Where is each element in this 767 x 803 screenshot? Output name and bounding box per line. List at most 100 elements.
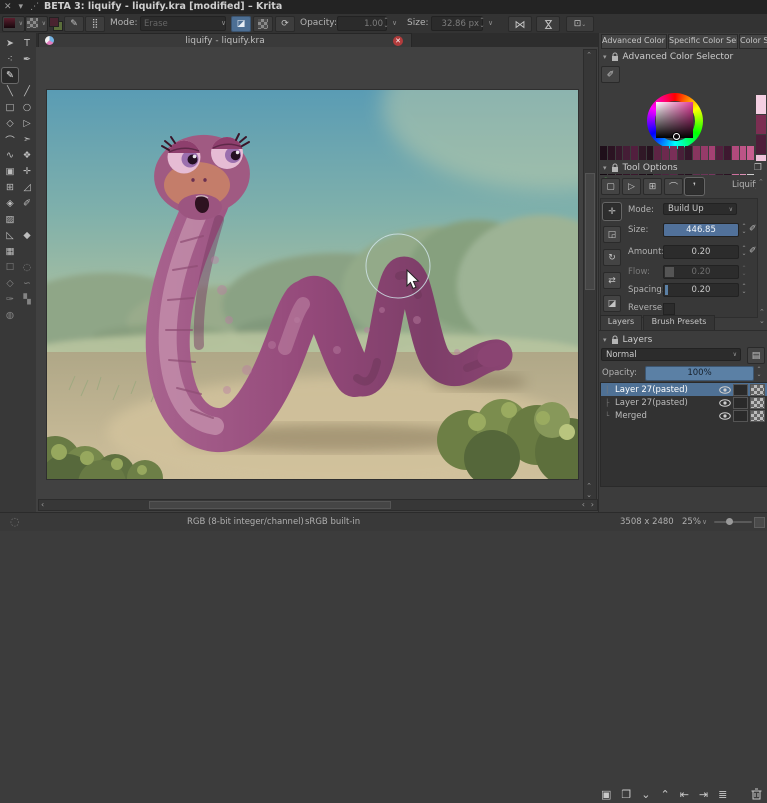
dynamic-brush-tool[interactable]: ∿ [2,148,18,163]
liquify-amount-input[interactable]: 0.20 [663,245,739,259]
transform-cage-mode[interactable]: ⌒ [664,178,683,195]
mirror-vertical-button[interactable]: ⋈ [536,16,560,32]
similar-select-tool[interactable]: ▚ [19,292,35,307]
visibility-eye-icon[interactable] [719,399,731,407]
tab-close-button[interactable]: ✕ [393,36,403,46]
reverse-checkbox[interactable] [663,303,675,315]
shade-swatch[interactable] [724,146,731,160]
chevron-down-icon[interactable]: ∨ [488,14,493,33]
mirror-horizontal-button[interactable]: ⋈ [508,16,532,32]
move-layer-up-button[interactable]: ⌃ [661,788,670,801]
document-tab[interactable]: liquify - liquify.kra ✕ [38,33,412,48]
bezier-curve-tool[interactable]: ⌒ [2,132,18,147]
polygon-select-tool[interactable]: ◇ [2,276,18,291]
lock-icon[interactable] [611,52,619,62]
bezier-select-tool[interactable]: ✑ [2,292,18,307]
magnetic-select-tool[interactable]: ◍ [2,308,18,323]
layers-header[interactable]: ▾ Layers [599,333,767,346]
fg-bg-color-widget[interactable] [49,17,62,30]
history-swatch[interactable] [756,115,766,134]
assistants-tool[interactable]: ▦ [2,244,18,259]
collapse-caret-icon[interactable]: ▾ [603,164,607,172]
shade-swatch[interactable] [639,146,646,160]
shade-swatch[interactable] [662,146,669,160]
window-minimize[interactable]: ▾ [19,0,24,14]
window-maximize[interactable]: ⋰ [30,0,39,14]
text-tool[interactable]: T [19,36,35,51]
brush-preset-chooser-button[interactable]: ✎ [64,16,84,32]
float-docker-icon[interactable]: ❐ [754,163,762,173]
history-swatch[interactable] [756,95,766,114]
blending-mode-dropdown[interactable]: Erase [140,16,226,31]
chevron-down-icon[interactable]: ∨ [702,513,707,531]
canvas-artwork[interactable] [47,90,578,479]
move-layer-right-button[interactable]: ⇥ [699,788,708,801]
color-cursor[interactable] [673,133,680,140]
shade-swatch[interactable] [678,146,685,160]
flow-spinner[interactable]: ⌃⌄ [740,264,748,278]
liquify-erase-button[interactable]: ◪ [603,295,621,312]
workspace-chooser-button[interactable]: ⊡⌄ [566,16,594,32]
chevron-down-icon[interactable]: ∨ [392,14,397,33]
amount-spinner[interactable]: ⌃⌄ [740,244,748,258]
liquify-spacing-input[interactable]: 0.20 [663,283,739,297]
color-sampler-tool[interactable]: ✐ [19,196,35,211]
canvas-area[interactable]: ⌃ ⌃ ⌄ ‹ ‹ › [36,47,598,512]
zoom-slider[interactable] [714,521,752,523]
layer-row[interactable]: └ Merged [601,409,767,422]
horizontal-scroll-thumb[interactable] [149,501,391,509]
tab-specific-color-selector[interactable]: Specific Color Sel... [668,34,738,49]
scroll-up-icon[interactable]: ⌃ [584,482,594,490]
scroll-down-icon[interactable]: ⌄ [759,317,765,325]
preserve-alpha-toggle[interactable] [253,16,273,32]
brush-option-slider-button[interactable]: ⣿ [85,16,105,32]
shade-swatch[interactable] [709,146,716,160]
move-layer-left-button[interactable]: ⇤ [680,788,689,801]
amount-pressure-icon[interactable]: ✐ [749,245,759,257]
freehand-select-tool[interactable]: ∽ [19,276,35,291]
shade-swatch[interactable] [685,146,692,160]
history-swatch[interactable] [756,135,766,154]
freehand-path-tool[interactable]: ➣ [19,132,35,147]
liquify-size-input[interactable]: 446.85 [663,223,739,237]
add-layer-button[interactable]: ▣ [601,788,611,801]
delete-layer-button[interactable] [751,788,762,800]
layer-opacity-slider[interactable]: 100% [645,366,754,381]
color-selector-header[interactable]: ▾ Advanced Color Selector [599,50,767,63]
transform-liquify-mode[interactable]: ❜ [685,178,704,195]
rectangle-tool[interactable]: □ [2,100,18,115]
freehand-brush-tool[interactable]: ✎ [2,68,18,83]
shade-swatch[interactable] [631,146,638,160]
shade-swatch[interactable] [732,146,739,160]
blend-mode-favorites-button[interactable]: ▤ [747,347,765,364]
zoom-slider-knob[interactable] [726,518,733,525]
scroll-down-icon[interactable]: ⌄ [584,491,594,499]
ellipse-tool[interactable]: ○ [19,100,35,115]
opacity-input[interactable]: 1.00 [337,16,387,31]
multibrush-tool[interactable]: ❖ [19,148,35,163]
spacing-spinner[interactable]: ⌃⌄ [740,282,748,296]
shade-swatch[interactable] [616,146,623,160]
size-spinner[interactable]: ⌃⌄ [740,222,748,236]
lock-icon[interactable] [611,163,619,173]
visibility-eye-icon[interactable] [719,412,731,420]
calligraphy-tool[interactable]: ✒ [19,52,35,67]
lock-icon[interactable] [611,335,619,345]
shade-swatch[interactable] [647,146,654,160]
shade-swatch[interactable] [608,146,615,160]
tab-layers[interactable]: Layers [600,315,642,331]
shade-swatch[interactable] [747,146,754,160]
liquify-mode-dropdown[interactable]: Build Up ∨ [663,203,737,215]
visibility-eye-icon[interactable] [719,386,731,394]
shade-swatch[interactable] [740,146,747,160]
move-layer-down-button[interactable]: ⌄ [641,788,650,801]
scroll-left-icon[interactable]: ‹ [582,500,585,509]
transform-free-mode[interactable]: ▢ [601,178,620,195]
transform-tool[interactable]: ▣ [2,164,18,179]
pattern-chooser[interactable]: ∨ [25,16,48,32]
crop-tool[interactable]: ⊞ [2,180,18,195]
size-spinner[interactable]: ⌃⌄ [478,16,486,30]
collapse-caret-icon[interactable]: ▾ [603,336,607,344]
shade-swatch[interactable] [693,146,700,160]
smart-patch-tool[interactable]: ◆ [19,228,35,243]
